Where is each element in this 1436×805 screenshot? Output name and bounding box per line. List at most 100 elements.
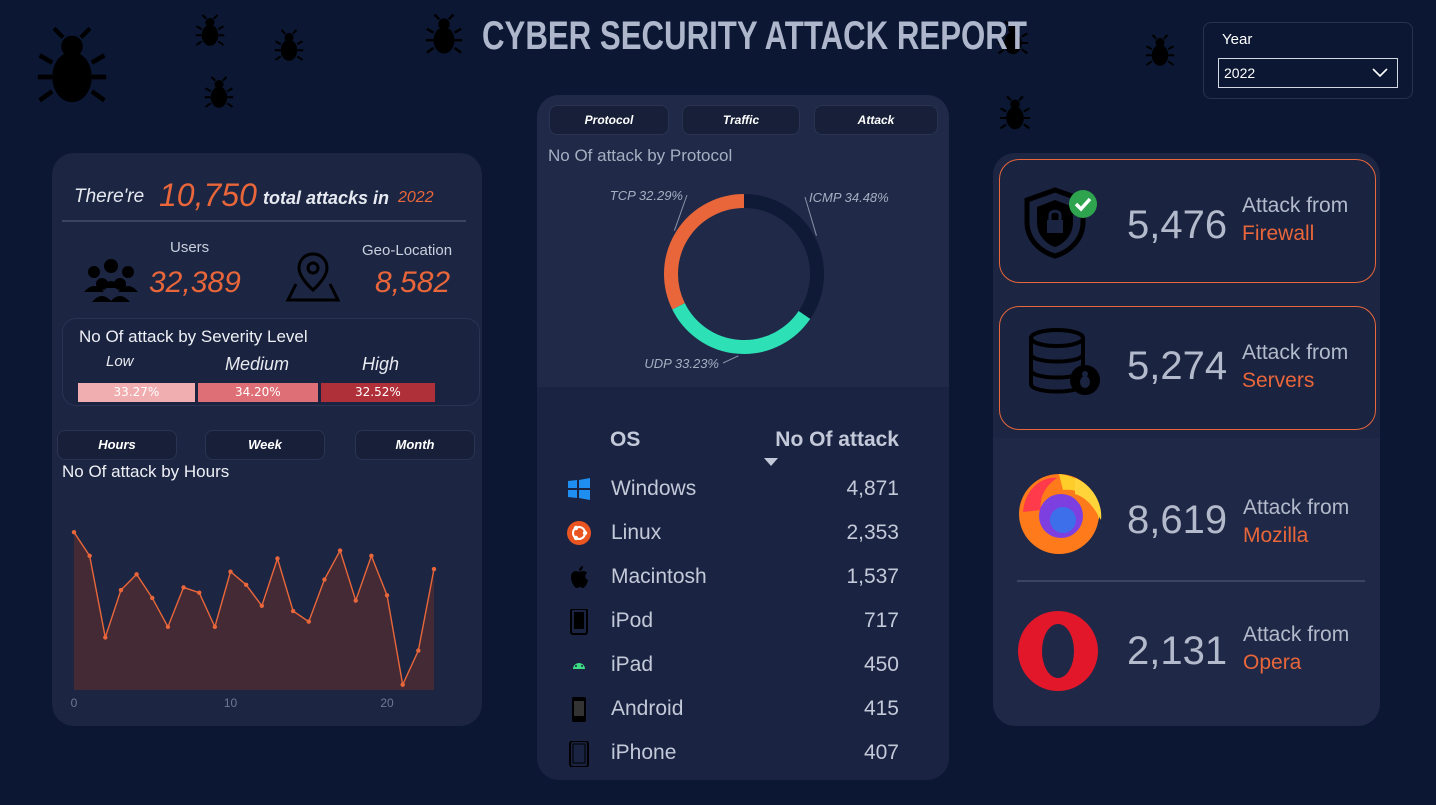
os-name: iPad	[611, 653, 654, 676]
protocol-chart-title: No Of attack by Protocol	[548, 146, 733, 165]
table-row[interactable]: Macintosh 1,537	[537, 559, 949, 603]
bug-icon	[37, 26, 107, 103]
data-point[interactable]	[290, 608, 296, 614]
severity-segment-medium[interactable]: 34.20%	[197, 383, 318, 402]
os-attack-count: 717	[863, 609, 899, 632]
x-tick-label: 20	[380, 696, 394, 710]
data-point[interactable]	[431, 566, 437, 572]
count-column-header[interactable]: No Of attack	[775, 428, 899, 452]
data-point[interactable]	[416, 648, 421, 653]
donut-slice-tcp[interactable]	[664, 194, 745, 310]
windows-icon	[568, 478, 590, 500]
data-point[interactable]	[400, 682, 405, 687]
data-point[interactable]	[228, 569, 233, 574]
mozilla-label: Attack from	[1243, 496, 1350, 519]
map-pin-icon	[285, 252, 341, 302]
data-point[interactable]	[322, 577, 327, 582]
divider	[62, 220, 466, 222]
tab-attack[interactable]: Attack	[814, 105, 938, 135]
data-point[interactable]	[306, 619, 311, 624]
x-tick-label: 0	[71, 696, 78, 710]
os-table: OS No Of attack Windows 4,871 Linux 2,353 Ma…	[537, 387, 949, 780]
hours-chart-title: No Of attack by Hours	[62, 462, 230, 481]
iphone-icon	[569, 741, 589, 767]
database-icon	[1029, 328, 1100, 395]
servers-label: Attack from	[1242, 341, 1349, 364]
severity-label-low: Low	[106, 353, 134, 370]
donut-slice-icmp[interactable]	[743, 194, 824, 319]
donut-slice-udp[interactable]	[672, 303, 811, 354]
severity-label-high: High	[362, 354, 400, 374]
table-row[interactable]: iPhone 407	[537, 735, 949, 779]
sort-descending-icon[interactable]	[763, 457, 779, 467]
severity-pct: 34.20%	[234, 385, 281, 399]
os-name: Android	[611, 697, 684, 720]
area-fill	[74, 532, 434, 690]
tab-traffic[interactable]: Traffic	[682, 105, 800, 135]
year-select[interactable]: 2022	[1218, 58, 1398, 88]
data-point[interactable]	[197, 590, 202, 595]
os-attack-count: 450	[863, 653, 899, 676]
severity-segment-low[interactable]: 33.27%	[78, 383, 195, 402]
severity-title: No Of attack by Severity Level	[79, 327, 308, 346]
os-attack-count: 1,537	[846, 565, 899, 588]
data-point[interactable]	[134, 572, 139, 577]
table-row[interactable]: iPad 450	[537, 647, 949, 691]
donut-label: UDP 33.23%	[644, 356, 719, 371]
data-point[interactable]	[353, 598, 358, 603]
data-point[interactable]	[337, 548, 343, 553]
data-point[interactable]	[87, 553, 92, 559]
tab-protocol[interactable]: Protocol	[549, 105, 669, 135]
total-prefix: There're	[74, 186, 145, 207]
table-row[interactable]: Android 415	[537, 691, 949, 735]
donut-label: ICMP 34.48%	[809, 190, 889, 205]
data-point[interactable]	[118, 587, 124, 593]
shield-lock-icon	[1024, 187, 1097, 259]
os-attack-count: 407	[863, 741, 899, 764]
severity-bar: 33.27% 34.20% 32.52%	[78, 383, 435, 402]
tab-week[interactable]: Week	[205, 430, 325, 460]
bug-icon	[425, 13, 463, 54]
users-label: Users	[170, 239, 210, 256]
data-point[interactable]	[103, 635, 108, 640]
firewall-label: Attack from	[1242, 194, 1349, 217]
divider	[1017, 580, 1365, 582]
data-point[interactable]	[243, 582, 249, 587]
firewall-value: 5,476	[1127, 203, 1228, 247]
data-point[interactable]	[212, 624, 218, 630]
data-point[interactable]	[259, 603, 265, 609]
users-icon	[84, 259, 138, 302]
os-name: Macintosh	[611, 565, 707, 588]
os-attack-count: 2,353	[846, 521, 899, 544]
bug-icon	[204, 76, 234, 108]
table-row[interactable]: iPod 717	[537, 603, 949, 647]
mozilla-name: Mozilla	[1243, 524, 1309, 547]
hours-area-chart: 0 10 20	[71, 529, 437, 710]
table-row[interactable]: Linux 2,353	[537, 515, 949, 559]
tab-hours[interactable]: Hours	[57, 430, 177, 460]
mozilla-value: 8,619	[1127, 498, 1228, 542]
year-filter-label: Year	[1222, 31, 1253, 48]
data-point[interactable]	[384, 593, 390, 598]
servers-name: Servers	[1242, 369, 1315, 392]
data-point[interactable]	[71, 529, 77, 535]
os-name: Linux	[611, 521, 662, 544]
protocol-donut-chart: ICMP 34.48% UDP 33.23% TCP 32.29%	[610, 188, 889, 371]
severity-segment-high[interactable]: 32.52%	[320, 383, 435, 402]
x-tick-label: 10	[224, 696, 238, 710]
data-point[interactable]	[165, 624, 171, 630]
os-name: iPhone	[611, 741, 677, 764]
os-name: Windows	[611, 477, 697, 500]
data-point[interactable]	[369, 553, 374, 559]
data-point[interactable]	[275, 556, 280, 561]
bug-icon	[1145, 34, 1175, 66]
page-title: CYBER SECURITY ATTACK REPORT	[482, 14, 1027, 58]
os-column-header[interactable]: OS	[610, 428, 640, 452]
firefox-icon	[1019, 474, 1102, 554]
table-row[interactable]: Windows 4,871	[537, 471, 949, 515]
tab-month[interactable]: Month	[355, 430, 475, 460]
data-point[interactable]	[150, 595, 155, 601]
data-point[interactable]	[181, 585, 186, 590]
android-icon	[573, 663, 585, 669]
year-select-value: 2022	[1224, 65, 1256, 81]
